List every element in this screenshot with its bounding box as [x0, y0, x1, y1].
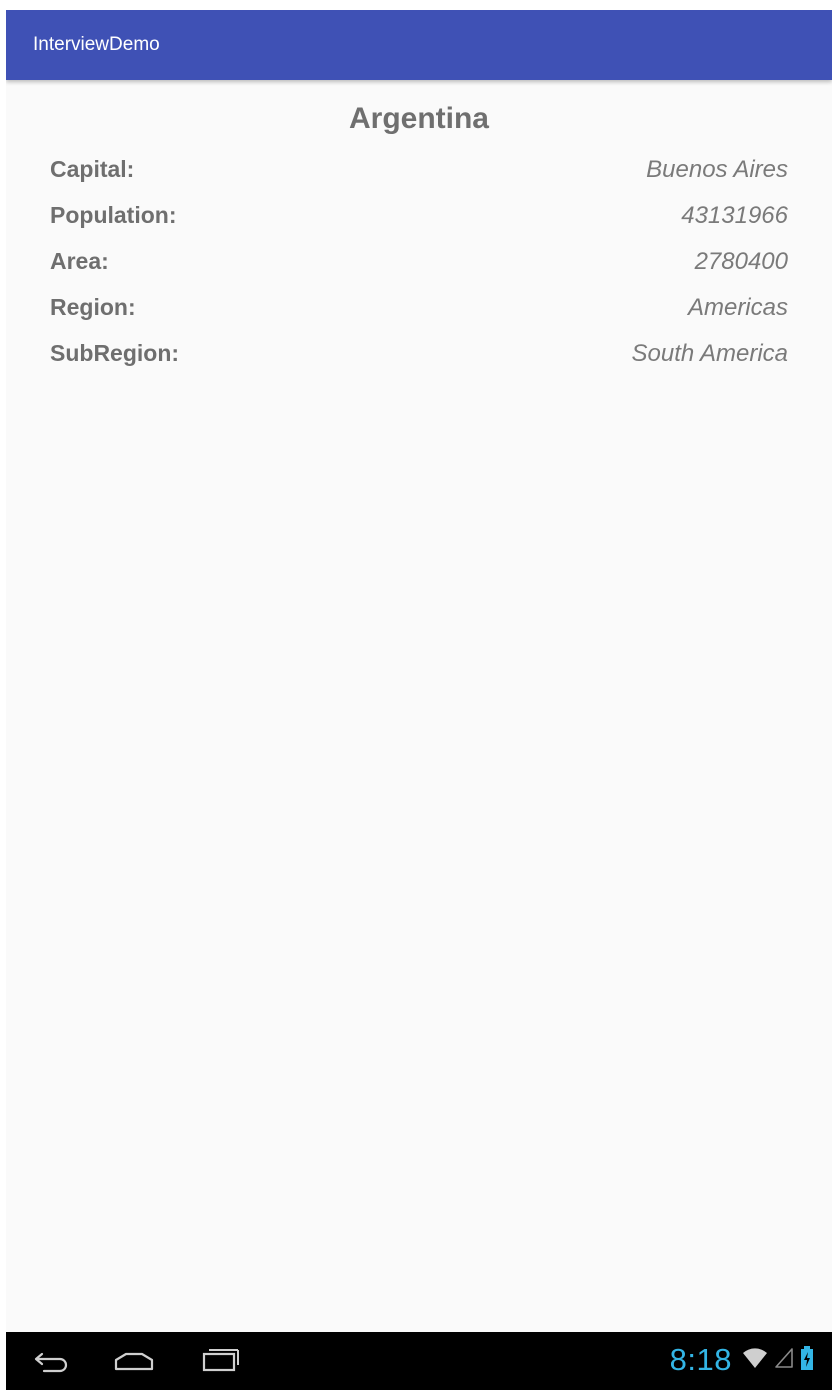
recent-apps-icon[interactable]	[198, 1344, 242, 1378]
battery-charging-icon	[800, 1345, 814, 1376]
country-detail-view: Argentina Capital: Buenos Aires Populati…	[6, 80, 832, 1332]
app-bar: InterviewDemo	[6, 10, 832, 80]
status-area: 8:18	[670, 1340, 814, 1380]
detail-row-region: Region: Americas	[50, 290, 788, 336]
country-details: Capital: Buenos Aires Population: 431319…	[50, 152, 788, 382]
cell-signal-icon	[774, 1346, 794, 1375]
home-icon[interactable]	[112, 1344, 156, 1378]
detail-value: 43131966	[681, 202, 788, 229]
detail-label: Region:	[50, 294, 136, 320]
detail-label: SubRegion:	[50, 340, 180, 366]
app-title: InterviewDemo	[33, 34, 160, 55]
device-screen: InterviewDemo Argentina Capital: Buenos …	[6, 10, 832, 1390]
detail-row-area: Area: 2780400	[50, 244, 788, 290]
detail-row-capital: Capital: Buenos Aires	[50, 152, 788, 198]
detail-label: Population:	[50, 202, 177, 228]
country-name: Argentina	[348, 102, 489, 135]
detail-value: 2780400	[694, 248, 788, 275]
detail-value: South America	[631, 340, 788, 367]
back-icon[interactable]	[30, 1344, 74, 1378]
detail-value: Americas	[687, 294, 788, 321]
clock: 8:18	[669, 1342, 732, 1377]
system-nav-bar: 8:18	[6, 1332, 832, 1390]
wifi-icon	[742, 1346, 768, 1375]
detail-value: Buenos Aires	[646, 156, 788, 183]
detail-row-population: Population: 43131966	[50, 198, 788, 244]
detail-label: Capital:	[50, 156, 135, 182]
detail-row-subregion: SubRegion: South America	[50, 336, 788, 382]
detail-label: Area:	[50, 248, 109, 274]
